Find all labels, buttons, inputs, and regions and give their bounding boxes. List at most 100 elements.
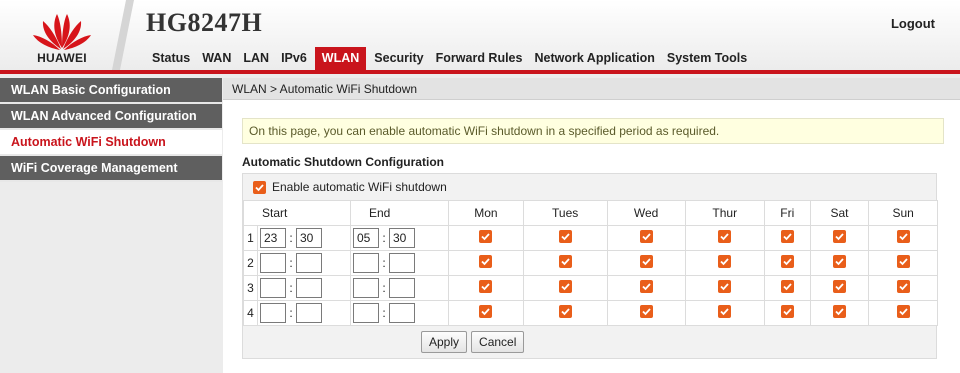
time-colon: :	[382, 256, 386, 270]
day-checkbox-tues[interactable]	[558, 230, 572, 243]
nav-tab-wan[interactable]: WAN	[196, 47, 237, 70]
row-number: 4	[243, 300, 258, 326]
end-hour-input[interactable]	[353, 303, 379, 323]
day-cell-sun	[868, 300, 938, 326]
check-icon	[898, 308, 908, 316]
check-icon	[481, 308, 491, 316]
start-minute-input[interactable]	[296, 303, 322, 323]
day-checkbox-sun[interactable]	[896, 280, 910, 293]
end-minute-input[interactable]	[389, 253, 415, 273]
day-checkbox-sat[interactable]	[833, 230, 847, 243]
day-checkbox-tues[interactable]	[558, 255, 572, 268]
day-checkbox-wed[interactable]	[639, 305, 653, 318]
start-hour-input[interactable]: 23	[260, 228, 286, 248]
col-header-sun: Sun	[868, 200, 938, 226]
page-body: WLAN Basic Configuration WLAN Advanced C…	[0, 74, 960, 373]
day-checkbox-fri[interactable]	[780, 305, 794, 318]
start-hour-input[interactable]	[260, 278, 286, 298]
start-minute-input[interactable]: 30	[296, 228, 322, 248]
check-icon	[481, 283, 491, 291]
day-checkbox-mon[interactable]	[479, 255, 493, 268]
day-checkbox-wed[interactable]	[639, 280, 653, 293]
header: HUAWEI HG8247H Logout Status WAN LAN IPv…	[0, 0, 960, 70]
check-icon	[481, 233, 491, 241]
day-cell-sat	[809, 225, 870, 251]
check-icon	[561, 308, 570, 316]
end-hour-input[interactable]	[353, 253, 379, 273]
sidebar-item-automatic-wifi-shutdown[interactable]: Automatic WiFi Shutdown	[0, 130, 222, 156]
day-cell-thur	[684, 225, 765, 251]
day-checkbox-sun[interactable]	[896, 230, 910, 243]
time-colon: :	[289, 256, 293, 270]
cancel-button[interactable]: Cancel	[471, 331, 525, 353]
start-hour-input[interactable]	[260, 253, 286, 273]
day-checkbox-tues[interactable]	[558, 280, 572, 293]
day-checkbox-wed[interactable]	[639, 255, 653, 268]
enable-checkbox[interactable]	[253, 180, 266, 194]
row-number: 2	[243, 250, 258, 276]
nav-tab-status[interactable]: Status	[146, 47, 196, 70]
top-nav: Status WAN LAN IPv6 WLAN Security Forwar…	[146, 47, 753, 70]
check-icon	[720, 283, 729, 291]
day-checkbox-wed[interactable]	[639, 230, 653, 243]
day-checkbox-mon[interactable]	[479, 280, 493, 293]
nav-tab-system-tools[interactable]: System Tools	[661, 47, 753, 70]
day-checkbox-fri[interactable]	[780, 280, 794, 293]
col-header-start: Start	[243, 200, 351, 226]
nav-tab-security[interactable]: Security	[368, 47, 429, 70]
day-cell-sat	[809, 250, 870, 276]
nav-tab-ipv6[interactable]: IPv6	[275, 47, 313, 70]
nav-tab-lan[interactable]: LAN	[237, 47, 275, 70]
page-notice: On this page, you can enable automatic W…	[242, 118, 944, 144]
end-hour-input[interactable]: 05	[353, 228, 379, 248]
day-checkbox-sat[interactable]	[833, 280, 847, 293]
day-checkbox-sun[interactable]	[896, 305, 910, 318]
day-cell-tues	[522, 225, 608, 251]
day-checkbox-fri[interactable]	[780, 230, 794, 243]
time-colon: :	[382, 306, 386, 320]
nav-tab-wlan[interactable]: WLAN	[314, 47, 367, 70]
sidebar-item-wlan-basic[interactable]: WLAN Basic Configuration	[0, 78, 222, 104]
logout-link[interactable]: Logout	[891, 16, 935, 31]
day-checkbox-sun[interactable]	[896, 255, 910, 268]
day-checkbox-thur[interactable]	[718, 280, 732, 293]
col-header-mon: Mon	[448, 200, 524, 226]
time-colon: :	[289, 306, 293, 320]
day-cell-tues	[522, 275, 608, 301]
time-colon: :	[289, 231, 293, 245]
end-minute-input[interactable]	[389, 303, 415, 323]
check-icon	[835, 308, 844, 316]
day-cell-tues	[522, 250, 608, 276]
check-icon	[898, 233, 908, 241]
schedule-row: 1 23:30 05:30	[243, 225, 938, 251]
start-minute-input[interactable]	[296, 278, 322, 298]
check-icon	[641, 283, 651, 291]
day-checkbox-mon[interactable]	[479, 305, 493, 318]
end-hour-input[interactable]	[353, 278, 379, 298]
time-colon: :	[382, 281, 386, 295]
start-minute-input[interactable]	[296, 253, 322, 273]
day-cell-mon	[448, 300, 524, 326]
day-checkbox-thur[interactable]	[718, 255, 732, 268]
apply-button[interactable]: Apply	[421, 331, 468, 353]
day-checkbox-mon[interactable]	[479, 230, 493, 243]
check-icon	[641, 258, 651, 266]
check-icon	[720, 258, 729, 266]
start-hour-input[interactable]	[260, 303, 286, 323]
day-checkbox-fri[interactable]	[780, 255, 794, 268]
end-minute-input[interactable]: 30	[389, 228, 415, 248]
sidebar-item-wifi-coverage[interactable]: WiFi Coverage Management	[0, 156, 222, 182]
end-minute-input[interactable]	[389, 278, 415, 298]
day-checkbox-sat[interactable]	[833, 305, 847, 318]
day-cell-sun	[868, 275, 938, 301]
sidebar-item-wlan-advanced[interactable]: WLAN Advanced Configuration	[0, 104, 222, 130]
day-checkbox-tues[interactable]	[558, 305, 572, 318]
day-cell-fri	[763, 300, 811, 326]
day-cell-fri	[763, 275, 811, 301]
nav-tab-forward-rules[interactable]: Forward Rules	[430, 47, 529, 70]
day-checkbox-sat[interactable]	[833, 255, 847, 268]
nav-tab-network-application[interactable]: Network Application	[528, 47, 660, 70]
day-cell-sat	[809, 300, 870, 326]
day-checkbox-thur[interactable]	[718, 305, 732, 318]
day-checkbox-thur[interactable]	[718, 230, 732, 243]
